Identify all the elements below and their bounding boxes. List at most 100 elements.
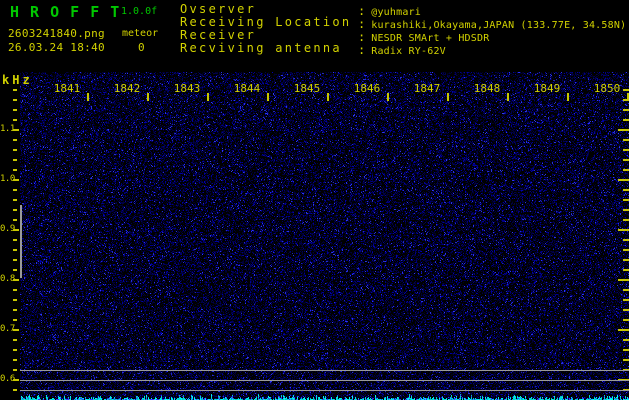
freq-axis-minor-tick (13, 99, 17, 101)
time-axis-label: 1847 (413, 82, 441, 95)
freq-axis-right-minor-tick (623, 139, 629, 141)
time-axis-label: 1846 (353, 82, 381, 95)
freq-axis-right-major-tick (618, 229, 629, 231)
freq-axis-right-minor-tick (623, 219, 629, 221)
app-title: H R O F F T (10, 3, 121, 21)
time-axis-label: 1850 (593, 82, 621, 95)
time-axis-tick (147, 93, 149, 101)
time-axis-tick (387, 93, 389, 101)
freq-axis-minor-tick (13, 209, 17, 211)
freq-axis-minor-tick (13, 299, 17, 301)
freq-axis-right-minor-tick (623, 299, 629, 301)
freq-axis-right-minor-tick (623, 269, 629, 271)
freq-axis-minor-tick (13, 169, 17, 171)
time-axis-label: 1849 (533, 82, 561, 95)
freq-axis-label: 0.7 (0, 324, 15, 334)
output-filename: 2603241840.png (8, 27, 105, 40)
freq-axis-minor-tick (13, 139, 17, 141)
time-axis-tick (87, 93, 89, 101)
freq-axis-major-tick (13, 329, 19, 331)
time-axis-label: 1844 (233, 82, 261, 95)
freq-axis-right-minor-tick (623, 309, 629, 311)
freq-axis-minor-tick (13, 259, 17, 261)
freq-axis-minor-tick (13, 89, 17, 91)
freq-axis-minor-tick (13, 189, 17, 191)
carrier-signal-line (20, 370, 629, 371)
freq-axis-right-minor-tick (623, 109, 629, 111)
time-axis-tick (507, 93, 509, 101)
freq-axis-major-tick (13, 129, 19, 131)
info-value: Radix RY-62V (371, 46, 446, 57)
freq-axis-major-tick (13, 279, 19, 281)
meteor-count-label: meteor (122, 28, 159, 39)
app-version: 1.0.0f (121, 6, 158, 17)
freq-axis-minor-tick (13, 289, 17, 291)
freq-axis-minor-tick (13, 159, 17, 161)
freq-axis-right-minor-tick (623, 189, 629, 191)
hrofft-screen: H R O F F T 1.0.0f 2603241840.png meteor… (0, 0, 629, 400)
freq-axis-right-minor-tick (623, 249, 629, 251)
time-axis-label: 1841 (53, 82, 81, 95)
freq-axis-minor-tick (13, 369, 17, 371)
timestamp: 26.03.24 18:40 (8, 41, 105, 54)
freq-axis-minor-tick (13, 349, 17, 351)
freq-axis-right-minor-tick (623, 169, 629, 171)
freq-axis-minor-tick (13, 359, 17, 361)
info-colon: : (358, 43, 366, 57)
freq-axis-label: 1.1 (0, 124, 15, 134)
time-axis-label: 1845 (293, 82, 321, 95)
freq-axis-minor-tick (13, 309, 17, 311)
freq-axis-minor-tick (13, 149, 17, 151)
freq-axis-minor-tick (13, 389, 17, 391)
time-axis-label: 1848 (473, 82, 501, 95)
freq-axis-right-minor-tick (623, 349, 629, 351)
freq-axis-right-minor-tick (623, 119, 629, 121)
elevated-noise-bar (20, 205, 22, 278)
freq-axis-minor-tick (13, 319, 17, 321)
freq-axis-minor-tick (13, 239, 17, 241)
freq-axis-right-minor-tick (623, 209, 629, 211)
time-axis-tick (327, 93, 329, 101)
freq-axis-minor-tick (13, 339, 17, 341)
freq-axis-minor-tick (13, 109, 17, 111)
freq-axis-major-tick (13, 379, 19, 381)
freq-axis-major-tick (13, 179, 19, 181)
station-info: Ovserver: @yuhmari Receiving Location: kura… (180, 3, 626, 58)
freq-axis-right-minor-tick (623, 99, 629, 101)
freq-axis-right-minor-tick (623, 149, 629, 151)
spectrogram-noise-canvas (20, 72, 629, 400)
freq-axis-right-major-tick (618, 179, 629, 181)
freq-axis-minor-tick (13, 249, 17, 251)
info-label: Recviving antenna (180, 41, 342, 55)
time-axis-tick (567, 93, 569, 101)
freq-axis-right-major-tick (618, 129, 629, 131)
freq-axis-minor-tick (13, 219, 17, 221)
freq-axis-major-tick (13, 229, 19, 231)
freq-axis-right-minor-tick (623, 289, 629, 291)
freq-axis-minor-tick (13, 119, 17, 121)
freq-axis-right-major-tick (618, 329, 629, 331)
freq-axis-minor-tick (13, 199, 17, 201)
freq-axis-right-minor-tick (623, 319, 629, 321)
station-info-row: Recviving antenna: Radix RY-62V (180, 41, 626, 58)
freq-axis-right-minor-tick (623, 259, 629, 261)
freq-axis-label: 0.9 (0, 224, 15, 234)
freq-axis-right-minor-tick (623, 159, 629, 161)
freq-axis-label: 1.0 (0, 174, 15, 184)
freq-axis-minor-tick (13, 269, 17, 271)
freq-axis-label: 0.6 (0, 374, 15, 384)
meteor-count-value: 0 (138, 41, 145, 54)
time-axis-tick (447, 93, 449, 101)
freq-axis-right-minor-tick (623, 199, 629, 201)
freq-axis-right-minor-tick (623, 339, 629, 341)
time-axis-tick (207, 93, 209, 101)
freq-axis-right-minor-tick (623, 89, 629, 91)
time-axis-label: 1843 (173, 82, 201, 95)
time-axis-label: 1842 (113, 82, 141, 95)
frequency-axis-unit-label: kHz (2, 73, 33, 87)
time-axis-tick (267, 93, 269, 101)
carrier-signal-line (20, 380, 629, 381)
carrier-signal-line (20, 390, 629, 391)
freq-axis-label: 0.8 (0, 274, 15, 284)
freq-axis-right-minor-tick (623, 239, 629, 241)
